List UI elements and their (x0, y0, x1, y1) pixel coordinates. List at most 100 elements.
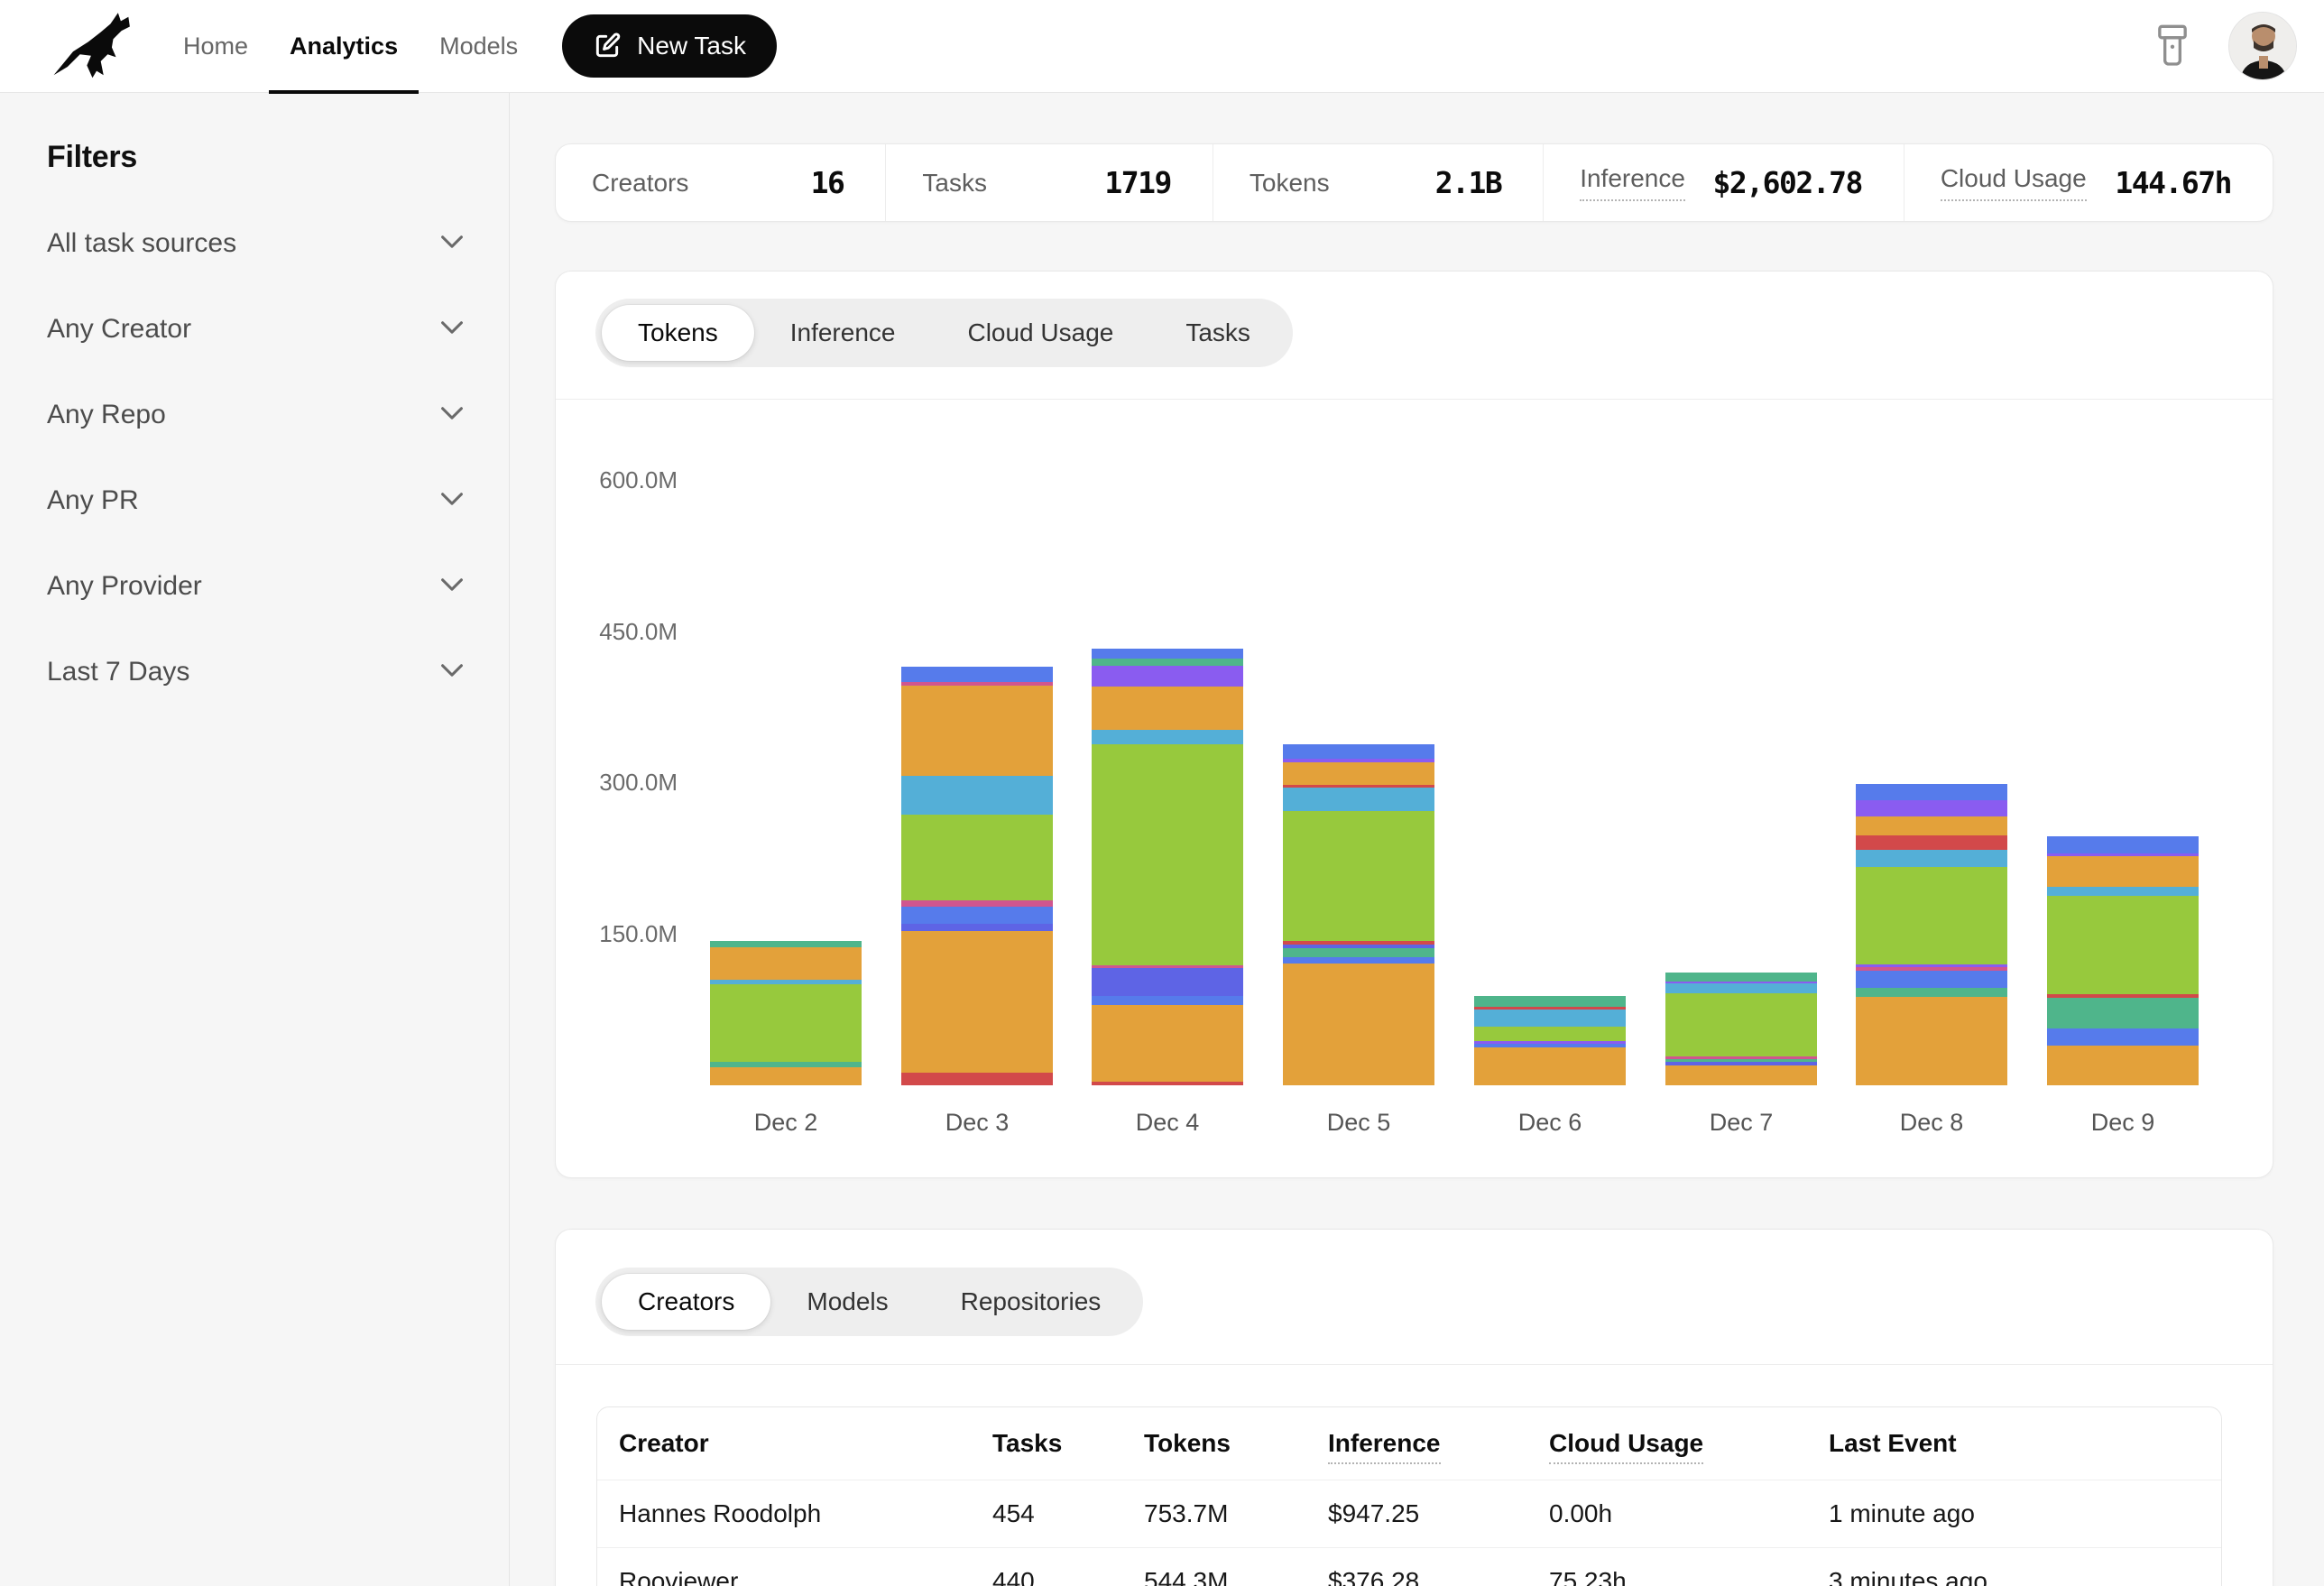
table-row-rooviewer[interactable]: Rooviewer440544.3M$376.2875.23h3 minutes… (597, 1547, 2221, 1586)
bar-segment-red (901, 1073, 1053, 1086)
stat-inference-value: $2,602.78 (1713, 165, 1862, 200)
bar-segment-teal (710, 941, 862, 947)
bar-segment-orange (1474, 1047, 1626, 1085)
column-header-label: Tasks (992, 1429, 1062, 1457)
filter-task-sources[interactable]: All task sources (47, 200, 464, 286)
stat-tasks: Tasks1719 (885, 144, 1213, 221)
bar-segment-orange (1283, 964, 1434, 1085)
filter-creator-label: Any Creator (47, 314, 191, 345)
bar-segment-orange (1856, 997, 2007, 1085)
bar-segment-blue (1283, 744, 1434, 759)
bar-segment-teal (1474, 996, 1626, 1007)
cell-tasks: 454 (992, 1499, 1035, 1528)
chart-tab-inference[interactable]: Inference (754, 305, 932, 361)
cell-creator: Hannes Roodolph (619, 1499, 821, 1528)
bar-segment-red (1092, 1082, 1243, 1086)
bar-segment-orange (901, 931, 1053, 1072)
top-nav: HomeAnalyticsModels New Task (0, 0, 2324, 93)
bar-segment-purple (1092, 666, 1243, 686)
kangaroo-logo[interactable] (52, 11, 139, 81)
filter-pr[interactable]: Any PR (47, 457, 464, 543)
y-axis-tick-300.0M: 300.0M (556, 769, 678, 797)
main-content: Creators16Tasks1719Tokens2.1BInference$2… (510, 93, 2324, 1586)
bar-segment-blue (1283, 957, 1434, 964)
chart-tab-tasks[interactable]: Tasks (1149, 305, 1286, 361)
y-axis-tick-450.0M: 450.0M (556, 618, 678, 646)
bar-segment-green (1283, 811, 1434, 941)
x-axis-label-dec-4: Dec 4 (1072, 1109, 1263, 1137)
bar-dec-8[interactable] (1856, 784, 2007, 1085)
breakdown-tab-group: CreatorsModelsRepositories (595, 1268, 1143, 1336)
filter-date-range[interactable]: Last 7 Days (47, 629, 464, 715)
bar-segment-pink (901, 900, 1053, 908)
bar-dec-6[interactable] (1474, 996, 1626, 1085)
bar-dec-7[interactable] (1665, 973, 1817, 1085)
column-header-inference: Inference (1328, 1429, 1441, 1458)
chart-tab-tokens[interactable]: Tokens (602, 305, 754, 361)
bar-dec-9[interactable] (2047, 836, 2199, 1085)
chevron-down-icon (440, 492, 464, 509)
stat-cloud-usage-label[interactable]: Cloud Usage (1941, 164, 2087, 201)
breakdown-tab-models[interactable]: Models (770, 1274, 924, 1330)
x-axis-label-dec-3: Dec 3 (881, 1109, 1073, 1137)
bar-segment-green (901, 815, 1053, 900)
stat-tokens-label: Tokens (1250, 169, 1330, 198)
bar-segment-blue (901, 667, 1053, 683)
stat-tasks-value: 1719 (1104, 165, 1170, 200)
tokens-stacked-bar-chart: 150.0M300.0M450.0M600.0MDec 2Dec 3Dec 4D… (556, 400, 2273, 1176)
bar-segment-teal (1856, 988, 2007, 997)
user-avatar[interactable] (2228, 12, 2297, 80)
usage-chart-card: TokensInferenceCloud UsageTasks 150.0M30… (555, 271, 2273, 1178)
primary-nav: HomeAnalyticsModels (162, 0, 539, 93)
bar-segment-sky (2047, 887, 2199, 896)
bar-segment-green (1665, 993, 1817, 1056)
flashlight-button[interactable] (2154, 23, 2190, 69)
table-row-hannes-roodolph[interactable]: Hannes Roodolph454753.7M$947.250.00h1 mi… (597, 1480, 2221, 1547)
column-header-tasks: Tasks (992, 1429, 1062, 1458)
filter-repo[interactable]: Any Repo (47, 372, 464, 457)
chart-tab-cloud-usage[interactable]: Cloud Usage (931, 305, 1149, 361)
column-header-label[interactable]: Inference (1328, 1429, 1441, 1464)
bar-segment-blue (1092, 996, 1243, 1005)
cell-creator: Rooviewer (619, 1567, 738, 1586)
chevron-down-icon (440, 235, 464, 252)
cell-cloud-usage: 75.23h (1549, 1567, 1627, 1586)
breakdown-card: CreatorsModelsRepositories CreatorTasksT… (555, 1229, 2273, 1586)
bar-segment-orange (1092, 1005, 1243, 1082)
bar-segment-green (1474, 1027, 1626, 1041)
bar-segment-orange (710, 947, 862, 980)
bar-dec-4[interactable] (1092, 649, 1243, 1085)
new-task-button[interactable]: New Task (562, 14, 777, 78)
bar-dec-3[interactable] (901, 667, 1053, 1085)
bar-segment-sky (901, 776, 1053, 814)
filter-repo-label: Any Repo (47, 400, 166, 430)
column-header-cloud-usage: Cloud Usage (1549, 1429, 1703, 1458)
bar-segment-orange (1283, 762, 1434, 785)
breakdown-tab-creators[interactable]: Creators (602, 1274, 770, 1330)
nav-link-models[interactable]: Models (419, 0, 539, 93)
bar-segment-orange (2047, 1046, 2199, 1085)
column-header-label[interactable]: Cloud Usage (1549, 1429, 1703, 1464)
filter-provider[interactable]: Any Provider (47, 543, 464, 629)
nav-link-home[interactable]: Home (162, 0, 269, 93)
x-axis-label-dec-5: Dec 5 (1263, 1109, 1454, 1137)
column-header-label: Tokens (1144, 1429, 1231, 1457)
bar-segment-teal (1092, 659, 1243, 666)
chevron-down-icon (440, 406, 464, 423)
bar-dec-5[interactable] (1283, 744, 1434, 1085)
stat-inference-label[interactable]: Inference (1580, 164, 1685, 201)
bar-segment-purple (1856, 800, 2007, 816)
filter-creator[interactable]: Any Creator (47, 286, 464, 372)
filters-title: Filters (47, 140, 464, 175)
column-header-last-event: Last Event (1829, 1429, 1957, 1458)
bar-segment-teal (2047, 998, 2199, 1029)
breakdown-tab-repositories[interactable]: Repositories (925, 1274, 1138, 1330)
column-header-label: Last Event (1829, 1429, 1957, 1457)
breakdown-card-header: CreatorsModelsRepositories (556, 1230, 2273, 1365)
nav-link-analytics[interactable]: Analytics (269, 0, 419, 93)
kangaroo-logo-icon (52, 11, 135, 81)
creators-table: CreatorTasksTokensInferenceCloud UsageLa… (596, 1406, 2222, 1586)
cell-cloud-usage: 0.00h (1549, 1499, 1612, 1528)
bar-dec-2[interactable] (710, 941, 862, 1085)
filter-provider-label: Any Provider (47, 571, 202, 602)
